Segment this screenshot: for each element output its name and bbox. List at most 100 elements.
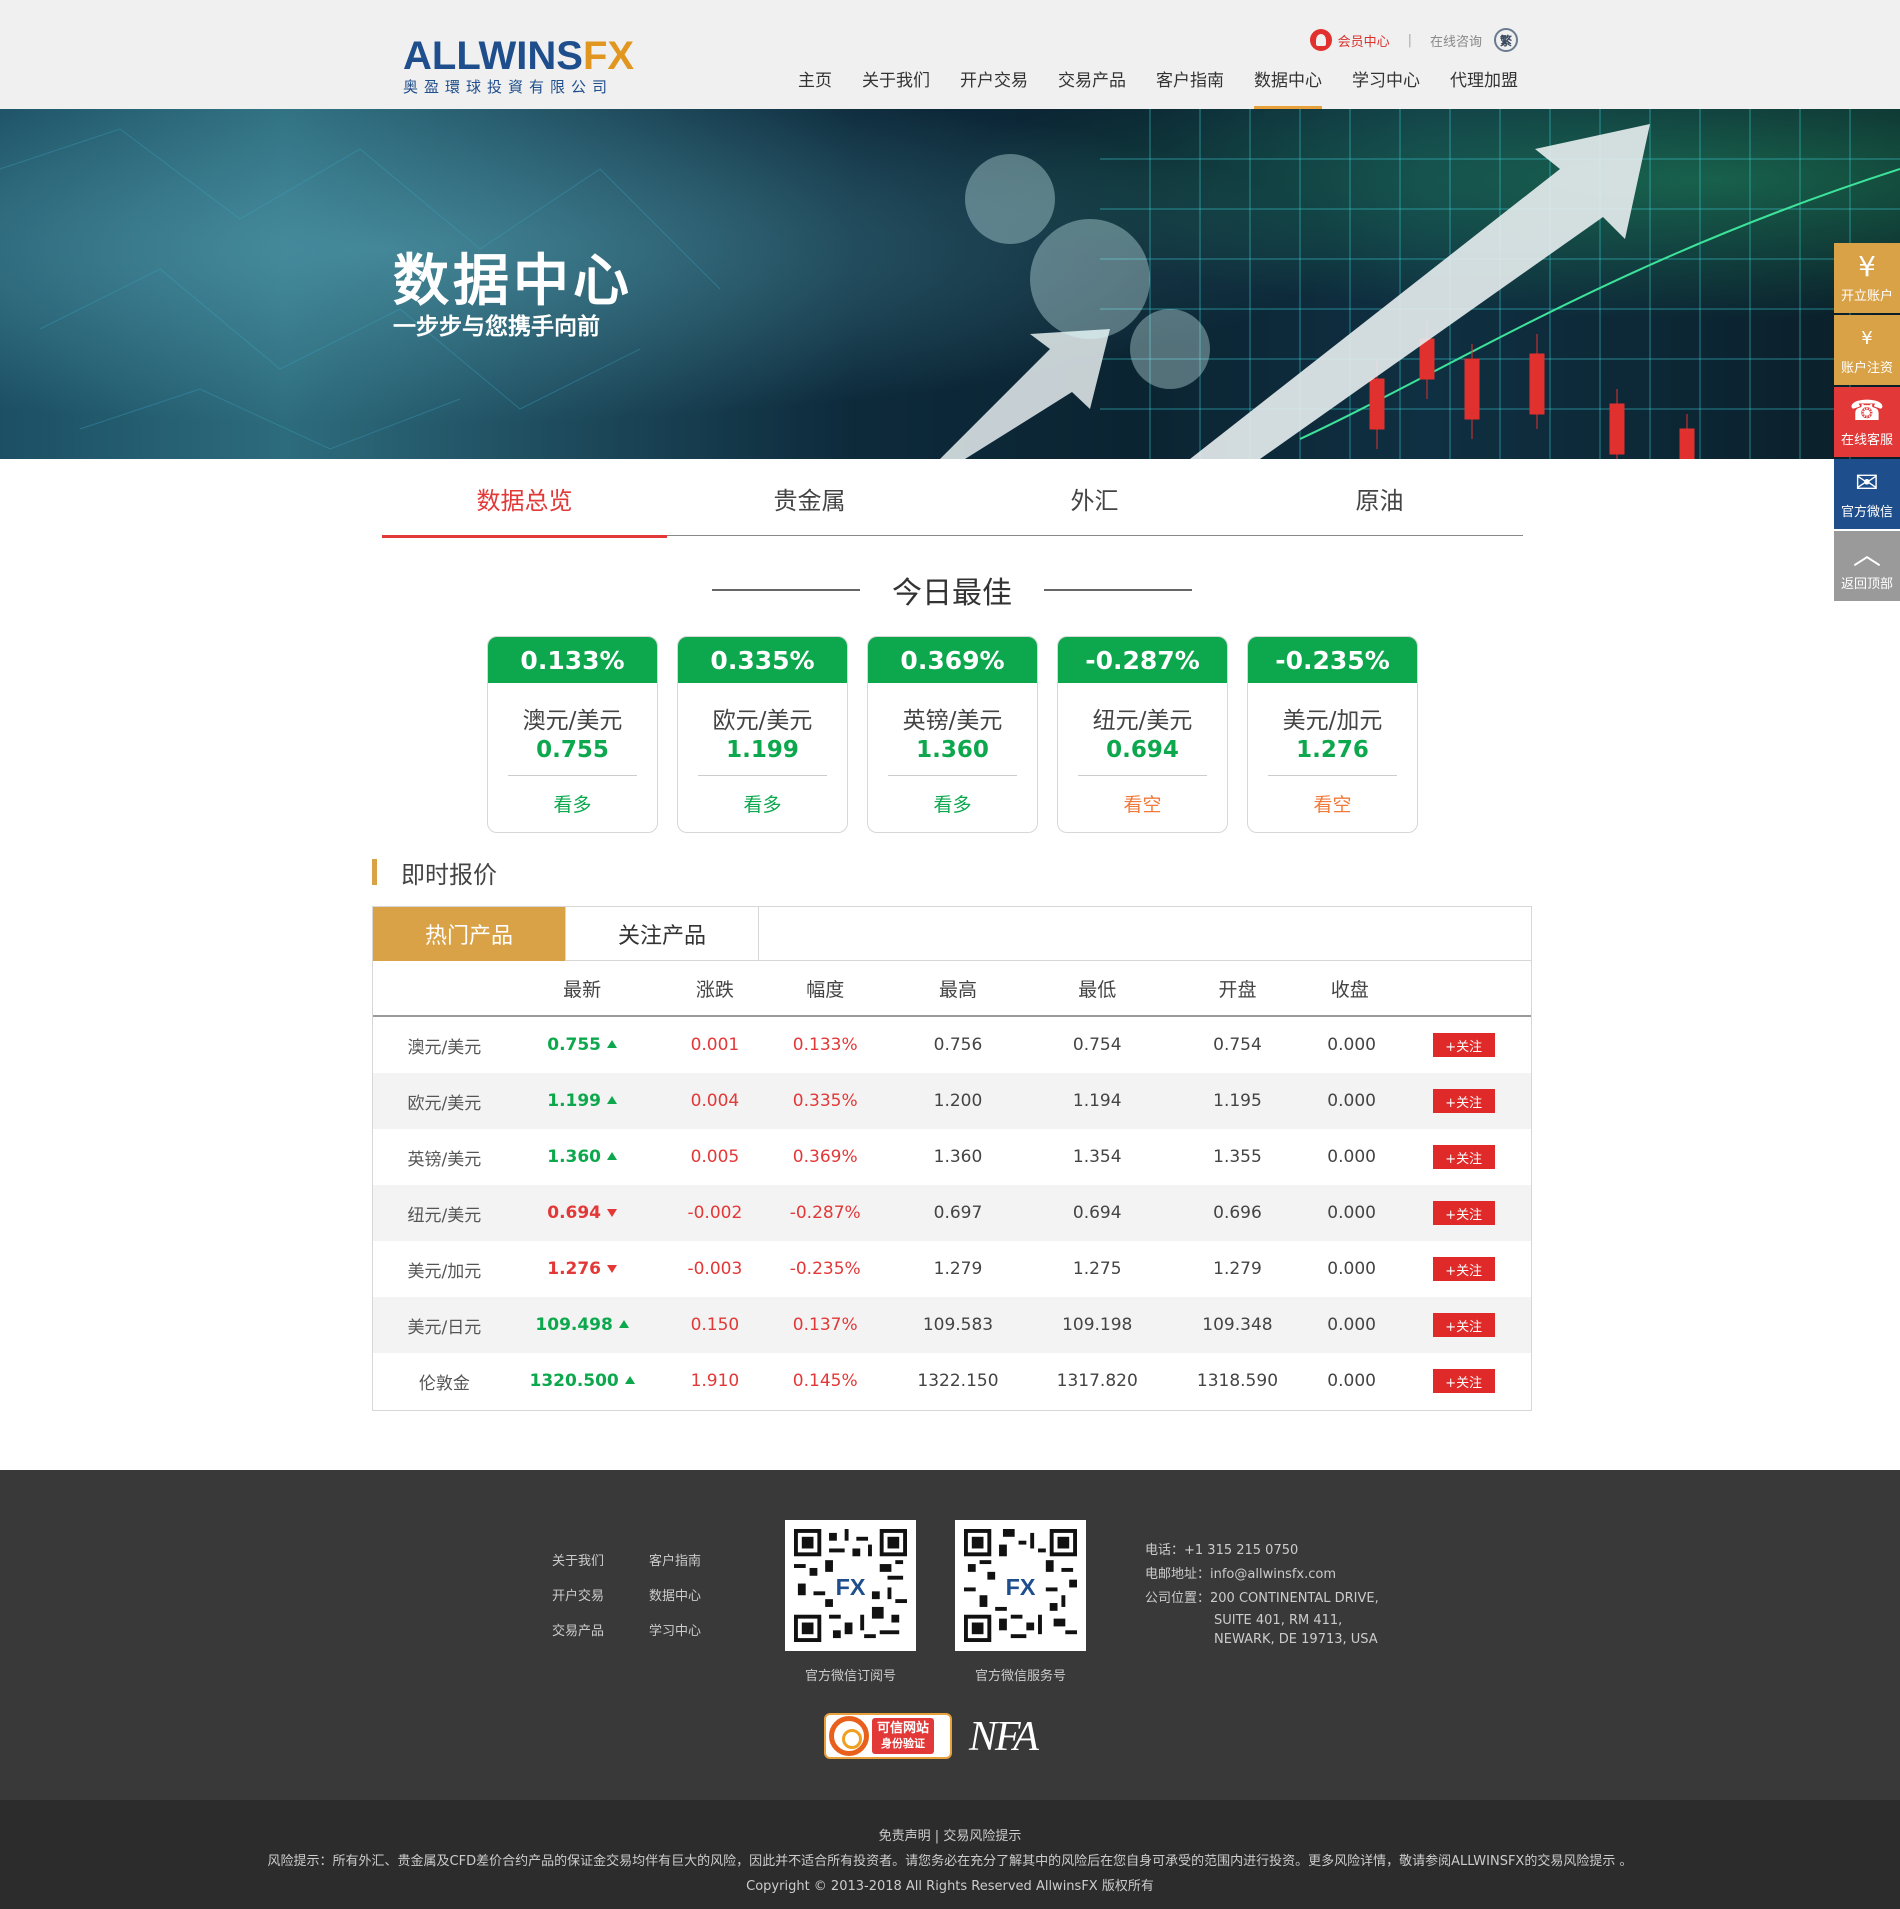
low-value: 1.354 [1072,1147,1122,1167]
change-value: 0.005 [690,1147,740,1167]
online-service-button[interactable]: ☎ 在线客服 [1834,387,1900,457]
follow-cell: +关注 [1372,1369,1531,1393]
contact-email[interactable]: 电邮地址：info@allwinsfx.com [1145,1563,1379,1587]
follow-button[interactable]: +关注 [1432,1145,1495,1169]
nav-item-data-center[interactable]: 数据中心 [1254,66,1322,109]
card-pair-name: 美元/加元 [1282,708,1383,734]
wechat-button[interactable]: ✉ 官方微信 [1834,459,1900,529]
logo-fx-text: FX [582,34,635,78]
tab-forex[interactable]: 外汇 [952,460,1237,536]
arrow-down-icon [607,1265,618,1273]
logo[interactable]: ALLWINSFX 奥盈環球投資有限公司 [403,34,634,96]
table-row: 澳元/美元 0.755 0.001 0.133% 0.756 0.754 0.7… [373,1017,1531,1073]
hero-banner: 数据中心 一步步与您携手向前 [0,109,1900,459]
card-trend: 看多 [553,794,592,816]
footer-link-learning[interactable]: 学习中心 [649,1620,719,1639]
pair-name[interactable]: 澳元/美元 [373,1033,516,1058]
best-card[interactable]: -0.287% 纽元/美元 0.694 看空 [1057,636,1228,833]
best-title-text: 今日最佳 [892,576,1012,611]
deposit-button[interactable]: ¥ 账户注资 [1834,315,1900,385]
column-header: 最高 [938,978,977,1001]
footer-link-guide[interactable]: 客户指南 [649,1550,719,1569]
nav-item-learning[interactable]: 学习中心 [1352,66,1420,109]
trusted-site-badge[interactable]: 可信网站 身份验证 [824,1713,952,1759]
follow-button[interactable]: +关注 [1432,1089,1495,1113]
trust-badge-line: 身份验证 [881,1737,925,1750]
logo-text: ALLWINSFX [403,34,634,78]
table-row: 美元/加元 1.276 -0.003 -0.235% 1.279 1.275 1… [373,1241,1531,1297]
wechat-icon: ✉ [1855,466,1879,499]
nav-item-home[interactable]: 主页 [798,66,832,109]
pct-value: 0.137% [792,1315,858,1335]
nav-item-products[interactable]: 交易产品 [1058,66,1126,109]
contact-address: 公司位置：200 CONTINENTAL DRIVE, [1145,1591,1379,1606]
nav-item-guide[interactable]: 客户指南 [1156,66,1224,109]
footer-links: 关于我们 客户指南 开户交易 数据中心 交易产品 学习中心 [552,1550,719,1639]
banner-title: 数据中心 [393,249,633,314]
member-center-link[interactable]: 会员中心 [1338,31,1390,50]
user-icon[interactable] [1309,29,1332,51]
pair-name[interactable]: 英镑/美元 [373,1145,516,1170]
footer-link-products[interactable]: 交易产品 [552,1620,649,1639]
online-consult-link[interactable]: 在线咨询 [1430,31,1482,50]
pct-value: -0.287% [789,1203,861,1223]
legal-links[interactable]: 免责声明 | 交易风险提示 [0,1825,1900,1844]
nav-item-agency[interactable]: 代理加盟 [1450,66,1518,109]
open-account-button[interactable]: ¥ 开立账户 [1834,243,1900,313]
open-value: 1.355 [1213,1147,1262,1167]
tab-watched-products[interactable]: 关注产品 [566,907,759,961]
close-value: 0.000 [1327,1035,1376,1055]
contact-address-line: SUITE 401, RM 411, [1214,1613,1343,1628]
column-header: 收盘 [1330,978,1369,1001]
nav-item-about[interactable]: 关于我们 [862,66,930,109]
online-service-label: 在线客服 [1840,433,1893,448]
follow-button[interactable]: +关注 [1432,1257,1495,1281]
trust-badge-text: 可信网站 身份验证 [872,1718,935,1754]
pair-name[interactable]: 美元/日元 [373,1313,516,1338]
tab-overview[interactable]: 数据总览 [382,460,667,538]
pct-value: 0.369% [792,1147,858,1167]
open-value: 0.696 [1213,1203,1262,1223]
high-value: 109.583 [922,1315,994,1335]
change-value: 0.004 [690,1091,740,1111]
yen-icon: ¥ [1858,250,1876,283]
follow-button[interactable]: +关注 [1432,1033,1495,1057]
best-card[interactable]: 0.133% 澳元/美元 0.755 看多 [487,636,658,833]
card-change: 0.133% [488,637,657,683]
follow-button[interactable]: +关注 [1432,1369,1495,1393]
low-value: 0.694 [1072,1203,1122,1223]
pair-name[interactable]: 伦敦金 [373,1369,516,1394]
change-value: 0.150 [690,1315,740,1335]
card-trend: 看空 [1313,794,1352,816]
change-value: -0.002 [687,1203,743,1223]
latest-value: 1.276 [547,1259,602,1279]
contact-phone: 电话：+1 315 215 0750 [1145,1543,1299,1558]
logo-subtitle: 奥盈環球投資有限公司 [403,78,614,96]
best-card[interactable]: -0.235% 美元/加元 1.276 看空 [1247,636,1418,833]
tab-precious-metals[interactable]: 贵金属 [667,460,952,536]
nav-item-open-account[interactable]: 开户交易 [960,66,1028,109]
qr-code-image: FX [794,1529,907,1642]
pair-name[interactable]: 纽元/美元 [373,1201,516,1226]
headset-icon: ☎ [1849,394,1885,427]
footer-link-open-account[interactable]: 开户交易 [552,1585,649,1604]
pair-name[interactable]: 美元/加元 [373,1257,516,1282]
best-card[interactable]: 0.335% 欧元/美元 1.199 看多 [677,636,848,833]
best-card[interactable]: 0.369% 英镑/美元 1.360 看多 [867,636,1038,833]
follow-button[interactable]: +关注 [1432,1313,1495,1337]
footer-link-data-center[interactable]: 数据中心 [649,1585,719,1604]
footer-link-about[interactable]: 关于我们 [552,1550,649,1569]
tab-crude-oil[interactable]: 原油 [1237,460,1522,536]
quotes-title-text: 即时报价 [401,860,497,889]
language-toggle-button[interactable]: 繁 [1494,28,1518,52]
nfa-logo[interactable]: NFA [969,1713,1039,1761]
back-to-top-button[interactable]: ︿ 返回顶部 [1834,531,1900,601]
card-price: 0.755 [536,737,609,763]
deposit-label: 账户注资 [1840,361,1893,376]
latest-cell: 1.360 [516,1147,649,1167]
high-value: 0.756 [933,1035,983,1055]
follow-button[interactable]: +关注 [1432,1201,1495,1225]
pair-name[interactable]: 欧元/美元 [373,1089,516,1114]
tab-hot-products[interactable]: 热门产品 [373,907,566,961]
latest-value: 1.360 [547,1147,602,1167]
